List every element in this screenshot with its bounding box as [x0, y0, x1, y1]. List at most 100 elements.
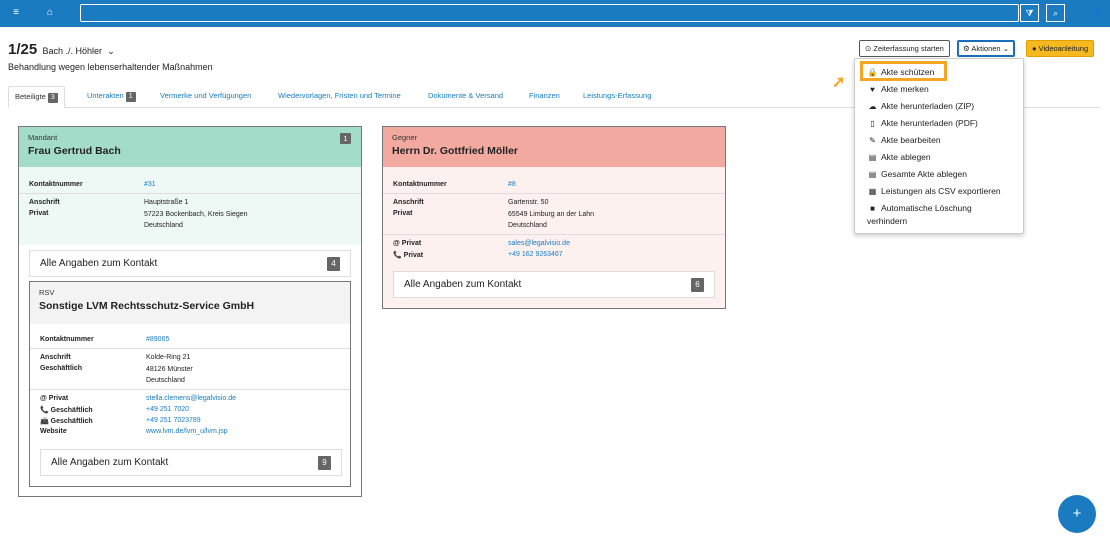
menu-item-export-csv[interactable]: ▦ Leistungen als CSV exportieren — [867, 186, 1001, 196]
menu-icon[interactable]: ≡ — [8, 6, 24, 20]
timer-button[interactable]: ⊙ Zeiterfassung starten — [859, 40, 950, 57]
video-button[interactable]: ● Videoanleitung — [1026, 40, 1095, 57]
label: Anschrift — [40, 354, 71, 361]
tab-finanzen[interactable]: Finanzen — [529, 86, 560, 108]
gegner-card: Gegner Herrn Dr. Gottfried Möller Kontak… — [382, 126, 726, 309]
archive-icon: ▤ — [868, 153, 877, 162]
email-link[interactable]: sales@legalvisio.de — [508, 238, 570, 250]
card-name: Sonstige LVM Rechtsschutz-Service GmbH — [39, 300, 255, 312]
count-badge: 9 — [318, 456, 331, 470]
rsv-card: RSV Sonstige LVM Rechtsschutz-Service Gm… — [29, 281, 351, 487]
video-label: Videoanleitung — [1038, 44, 1089, 53]
button-label: Alle Angaben zum Kontakt — [51, 457, 169, 468]
square-icon: ■ — [870, 204, 875, 213]
tab-wiedervorlagen[interactable]: Wiedervorlagen, Fristen und Termine — [278, 86, 401, 108]
table-icon: ▦ — [868, 187, 877, 196]
add-document-icon: + — [1072, 505, 1082, 522]
highlight-box — [860, 61, 947, 81]
contact-number-link[interactable]: #89065 — [146, 334, 169, 346]
tab-unterakten[interactable]: Unterakten 1 — [87, 86, 136, 108]
divider — [383, 193, 725, 194]
card-header: RSV Sonstige LVM Rechtsschutz-Service Gm… — [30, 282, 350, 324]
menu-label: Akte bearbeiten — [881, 135, 941, 145]
chevron-down-icon: ⌄ — [1002, 44, 1009, 53]
tab-dokumente[interactable]: Dokumente & Versand — [428, 86, 503, 108]
card-role: RSV — [39, 288, 55, 297]
divider — [19, 193, 361, 194]
label: Kontaktnummer — [29, 181, 83, 188]
search-icon[interactable]: ⌕ — [1046, 4, 1065, 22]
label: 📞 Privat — [393, 252, 424, 259]
menu-label: Automatische Löschung — [881, 203, 972, 213]
label: Website — [40, 428, 67, 435]
address: Kolde-Ring 21 48126 Münster Deutschland — [146, 354, 193, 384]
add-document-button[interactable]: + — [1058, 495, 1096, 533]
cloud-download-icon: ☁ — [868, 102, 877, 111]
home-icon[interactable]: ⌂ — [42, 6, 58, 20]
menu-label: verhindern — [867, 216, 908, 226]
contact-number-link[interactable]: #31 — [144, 179, 156, 191]
menu-label: Akte herunterladen (PDF) — [881, 118, 978, 128]
menu-item-edit[interactable]: ✎ Akte bearbeiten — [867, 135, 941, 145]
all-details-button[interactable]: Alle Angaben zum Kontakt 9 — [40, 449, 342, 476]
menu-item-archive-all[interactable]: ▤ Gesamte Akte ablegen — [867, 169, 967, 179]
label: Anschrift — [393, 199, 424, 206]
tab-leistungen[interactable]: Leistungs-Erfassung — [583, 86, 651, 108]
menu-label: Akte herunterladen (ZIP) — [881, 101, 975, 111]
tab-vermerke[interactable]: Vermerke und Verfügungen — [160, 86, 251, 108]
all-details-button[interactable]: Alle Angaben zum Kontakt 4 — [29, 250, 351, 277]
menu-item-bookmark[interactable]: ♥ Akte merken — [867, 84, 929, 94]
address: Hauptstraße 1 57223 Bockenbach, Kreis Sie… — [144, 199, 248, 229]
gear-icon: ⚙ — [963, 44, 970, 53]
card-role: Gegner — [392, 133, 418, 142]
menu-item-download-zip[interactable]: ☁ Akte herunterladen (ZIP) — [867, 101, 975, 111]
label: Kontaktnummer — [40, 336, 94, 343]
mandant-card: Mandant Frau Gertrud Bach 1 Kontaktnumme… — [18, 126, 362, 497]
pdf-icon: ▯ — [870, 119, 875, 128]
actions-button[interactable]: ⚙ Aktionen ⌄ — [957, 40, 1015, 57]
contact-number-link[interactable]: #8 — [508, 179, 516, 191]
menu-item-download-pdf[interactable]: ▯ Akte herunterladen (PDF) — [867, 118, 978, 128]
archive-all-icon: ▤ — [868, 170, 877, 179]
card-badge: 1 — [340, 133, 351, 144]
count-badge: 6 — [691, 278, 704, 292]
fax-link[interactable]: +49 251 7023789 — [146, 415, 201, 427]
all-details-button[interactable]: Alle Angaben zum Kontakt 6 — [393, 271, 715, 298]
address: Gartenstr. 50 65549 Limburg an der Lahn De… — [508, 199, 595, 229]
menu-label: Leistungen als CSV exportieren — [881, 186, 1001, 196]
divider — [30, 389, 350, 390]
website-link[interactable]: www.lvm.de/lvm_u/lvm.jsp — [146, 426, 228, 438]
menu-item-prevent-deletion-cont[interactable]: verhindern — [867, 216, 907, 226]
label: 📞 Geschäftlich — [40, 407, 93, 414]
tab-label: Beteiligte — [15, 92, 46, 101]
top-bar: ≡ ⌂ ⧩ ⌕ 👤 — [0, 0, 1110, 27]
card-name: Frau Gertrud Bach — [28, 145, 121, 157]
label: Kontaktnummer — [393, 181, 447, 188]
tab-badge: 3 — [47, 93, 58, 103]
search-input[interactable] — [80, 4, 1019, 22]
menu-label: Gesamte Akte ablegen — [881, 169, 968, 179]
menu-item-prevent-deletion[interactable]: ■ Automatische Löschung — [867, 203, 972, 213]
button-label: Alle Angaben zum Kontakt — [404, 279, 522, 290]
label: @ Privat — [40, 395, 69, 402]
label: 📠 Geschäftlich — [40, 418, 93, 425]
card-name: Herrn Dr. Gottfried Möller — [392, 145, 519, 157]
filter-icon[interactable]: ⧩ — [1020, 4, 1039, 22]
label: Privat — [29, 210, 49, 217]
phone-link[interactable]: +49 251 7020 — [146, 404, 189, 416]
email-link[interactable]: stella.clemens@legalvisio.de — [146, 393, 236, 405]
case-parties[interactable]: Bach ./. Höhler — [42, 46, 102, 56]
count-badge: 4 — [327, 257, 340, 271]
timer-label: Zeiterfassung starten — [873, 44, 944, 53]
menu-item-archive[interactable]: ▤ Akte ablegen — [867, 152, 931, 162]
clock-icon: ⊙ — [865, 44, 872, 53]
label: @ Privat — [393, 240, 422, 247]
menu-label: Akte merken — [881, 84, 929, 94]
actions-label: Aktionen — [971, 44, 1001, 53]
label: Anschrift — [29, 199, 60, 206]
chevron-down-icon[interactable]: ⌄ — [107, 46, 115, 56]
user-icon[interactable]: 👤 — [1090, 6, 1106, 20]
heart-icon: ♥ — [870, 85, 875, 94]
tab-beteiligte[interactable]: Beteiligte 3 — [8, 86, 65, 108]
phone-link[interactable]: +49 162 9263467 — [508, 249, 563, 261]
